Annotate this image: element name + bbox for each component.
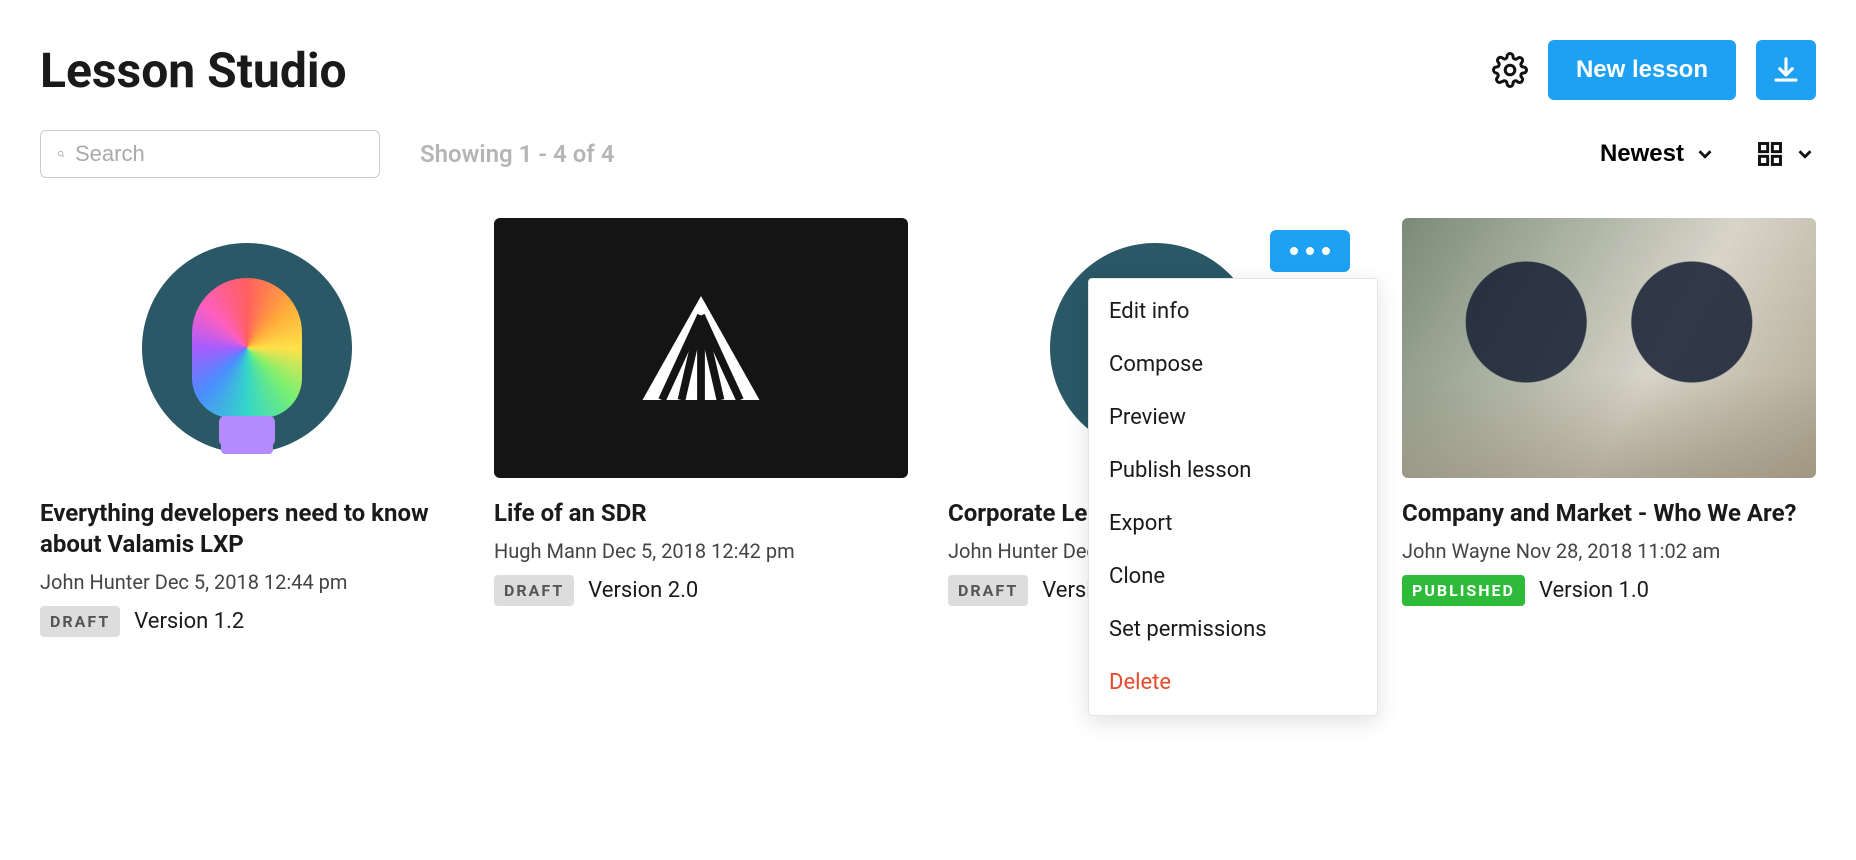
status-badge: DRAFT xyxy=(494,575,574,606)
handshake-image xyxy=(1402,218,1816,478)
dot-icon xyxy=(1322,247,1330,255)
lesson-thumbnail xyxy=(1402,218,1816,478)
page-title: Lesson Studio xyxy=(40,42,347,99)
dot-icon xyxy=(1290,247,1298,255)
menu-compose[interactable]: Compose xyxy=(1089,338,1377,391)
sort-dropdown[interactable]: Newest xyxy=(1600,140,1716,168)
gear-icon xyxy=(1492,52,1528,88)
search-input[interactable] xyxy=(75,141,363,167)
grid-icon xyxy=(1756,140,1784,168)
lesson-card[interactable]: Company and Market - Who We Are? John Wa… xyxy=(1402,218,1816,637)
lesson-thumbnail xyxy=(494,218,908,478)
header-actions: New lesson xyxy=(1492,40,1816,100)
results-count: Showing 1 - 4 of 4 xyxy=(420,140,615,168)
lesson-title: Life of an SDR xyxy=(494,498,908,529)
header: Lesson Studio New lesson xyxy=(40,40,1816,100)
menu-export[interactable]: Export xyxy=(1089,497,1377,550)
lesson-meta: John Hunter Dec 5, 2018 12:44 pm xyxy=(40,570,454,594)
lesson-version: Version 1.0 xyxy=(1539,578,1649,603)
menu-publish[interactable]: Publish lesson xyxy=(1089,444,1377,497)
triangle-logo-icon xyxy=(636,288,766,408)
new-lesson-button[interactable]: New lesson xyxy=(1548,40,1736,100)
lesson-meta: Hugh Mann Dec 5, 2018 12:42 pm xyxy=(494,539,908,563)
lesson-meta: John Wayne Nov 28, 2018 11:02 am xyxy=(1402,539,1816,563)
menu-preview[interactable]: Preview xyxy=(1089,391,1377,444)
import-button[interactable] xyxy=(1756,40,1816,100)
lesson-title: Everything developers need to know about… xyxy=(40,498,454,560)
toolbar-right: Newest xyxy=(1600,140,1816,168)
menu-delete[interactable]: Delete xyxy=(1089,656,1377,709)
lesson-version: Version 1.2 xyxy=(134,609,244,634)
lesson-footer: DRAFT Version 1.2 xyxy=(40,606,454,637)
menu-permissions[interactable]: Set permissions xyxy=(1089,603,1377,656)
lesson-card[interactable]: Life of an SDR Hugh Mann Dec 5, 2018 12:… xyxy=(494,218,908,637)
status-badge: DRAFT xyxy=(948,575,1028,606)
chevron-down-icon xyxy=(1694,143,1716,165)
card-more-button[interactable] xyxy=(1270,230,1350,272)
toolbar: Showing 1 - 4 of 4 Newest xyxy=(40,130,1816,178)
search-icon xyxy=(57,142,65,166)
lesson-grid: Everything developers need to know about… xyxy=(40,218,1816,637)
menu-edit-info[interactable]: Edit info xyxy=(1089,285,1377,338)
chevron-down-icon xyxy=(1794,143,1816,165)
dot-icon xyxy=(1306,247,1314,255)
view-toggle[interactable] xyxy=(1756,140,1816,168)
lesson-version: Version 2.0 xyxy=(588,578,698,603)
lightbulb-icon xyxy=(142,243,352,453)
lesson-thumbnail xyxy=(40,218,454,478)
lesson-card[interactable]: Edit info Compose Preview Publish lesson… xyxy=(948,218,1362,637)
status-badge: DRAFT xyxy=(40,606,120,637)
lesson-footer: DRAFT Version 2.0 xyxy=(494,575,908,606)
sort-label: Newest xyxy=(1600,140,1684,168)
search-field[interactable] xyxy=(40,130,380,178)
settings-button[interactable] xyxy=(1492,52,1528,88)
card-context-menu: Edit info Compose Preview Publish lesson… xyxy=(1088,278,1378,716)
lesson-card[interactable]: Everything developers need to know about… xyxy=(40,218,454,637)
lesson-footer: PUBLISHED Version 1.0 xyxy=(1402,575,1816,606)
download-icon xyxy=(1771,55,1801,85)
status-badge: PUBLISHED xyxy=(1402,575,1525,606)
menu-clone[interactable]: Clone xyxy=(1089,550,1377,603)
lesson-title: Company and Market - Who We Are? xyxy=(1402,498,1816,529)
